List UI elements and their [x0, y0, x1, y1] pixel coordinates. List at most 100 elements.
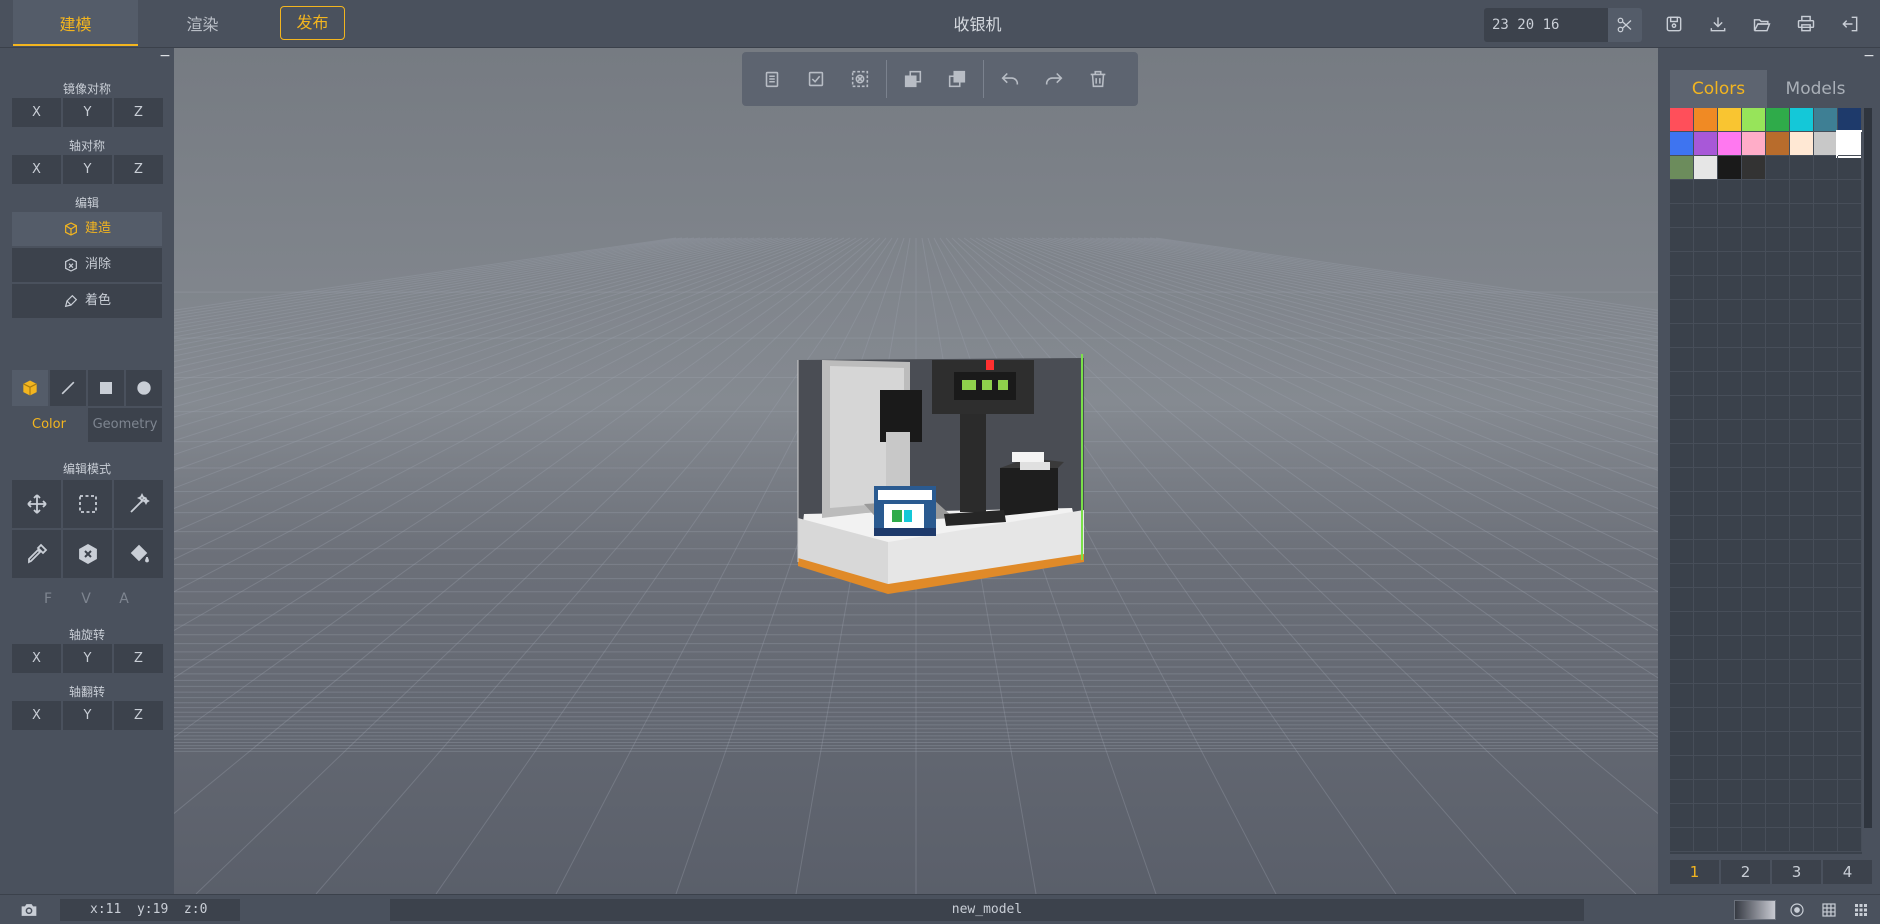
- empty-swatch[interactable]: [1790, 756, 1814, 780]
- empty-swatch[interactable]: [1814, 468, 1838, 492]
- empty-swatch[interactable]: [1742, 492, 1766, 516]
- mirror-x-button[interactable]: X: [12, 98, 61, 127]
- background-swatch[interactable]: [1734, 900, 1776, 920]
- empty-swatch[interactable]: [1670, 228, 1694, 252]
- empty-swatch[interactable]: [1718, 492, 1742, 516]
- color-swatch[interactable]: [1670, 156, 1694, 180]
- circle-icon[interactable]: [126, 370, 162, 406]
- grid-icon[interactable]: [1818, 899, 1840, 921]
- empty-swatch[interactable]: [1838, 516, 1862, 540]
- empty-swatch[interactable]: [1814, 420, 1838, 444]
- rotate-y-button[interactable]: Y: [63, 644, 112, 673]
- empty-swatch[interactable]: [1766, 636, 1790, 660]
- empty-swatch[interactable]: [1694, 420, 1718, 444]
- palette-scrollbar[interactable]: [1864, 108, 1872, 828]
- camera-icon[interactable]: [18, 899, 40, 921]
- axis-sym-z-button[interactable]: Z: [114, 155, 163, 184]
- empty-swatch[interactable]: [1766, 780, 1790, 804]
- empty-swatch[interactable]: [1790, 492, 1814, 516]
- palette-page-1[interactable]: 1: [1670, 860, 1719, 884]
- empty-swatch[interactable]: [1718, 612, 1742, 636]
- empty-swatch[interactable]: [1838, 732, 1862, 756]
- empty-swatch[interactable]: [1670, 540, 1694, 564]
- color-swatch[interactable]: [1742, 108, 1766, 132]
- empty-swatch[interactable]: [1790, 300, 1814, 324]
- empty-swatch[interactable]: [1814, 804, 1838, 828]
- empty-swatch[interactable]: [1742, 228, 1766, 252]
- empty-swatch[interactable]: [1742, 780, 1766, 804]
- empty-swatch[interactable]: [1742, 180, 1766, 204]
- download-icon[interactable]: [1706, 12, 1730, 36]
- empty-swatch[interactable]: [1838, 276, 1862, 300]
- empty-swatch[interactable]: [1814, 588, 1838, 612]
- empty-swatch[interactable]: [1718, 444, 1742, 468]
- empty-swatch[interactable]: [1766, 588, 1790, 612]
- empty-swatch[interactable]: [1742, 828, 1766, 852]
- empty-swatch[interactable]: [1838, 444, 1862, 468]
- empty-swatch[interactable]: [1766, 300, 1790, 324]
- empty-swatch[interactable]: [1742, 324, 1766, 348]
- empty-swatch[interactable]: [1718, 372, 1742, 396]
- flip-y-button[interactable]: Y: [63, 701, 112, 730]
- empty-swatch[interactable]: [1718, 180, 1742, 204]
- paint-button[interactable]: 着色: [12, 284, 162, 318]
- empty-swatch[interactable]: [1814, 348, 1838, 372]
- empty-swatch[interactable]: [1766, 276, 1790, 300]
- empty-swatch[interactable]: [1694, 204, 1718, 228]
- empty-swatch[interactable]: [1718, 684, 1742, 708]
- target-icon[interactable]: [1786, 899, 1808, 921]
- empty-swatch[interactable]: [1766, 612, 1790, 636]
- empty-swatch[interactable]: [1766, 204, 1790, 228]
- empty-swatch[interactable]: [1742, 444, 1766, 468]
- empty-swatch[interactable]: [1766, 348, 1790, 372]
- empty-swatch[interactable]: [1838, 828, 1862, 852]
- empty-swatch[interactable]: [1694, 780, 1718, 804]
- empty-swatch[interactable]: [1742, 660, 1766, 684]
- empty-swatch[interactable]: [1718, 204, 1742, 228]
- palette-page-2[interactable]: 2: [1721, 860, 1770, 884]
- delete-hex-icon[interactable]: [63, 530, 112, 578]
- square-icon[interactable]: [88, 370, 124, 406]
- copy-icon[interactable]: [750, 57, 794, 101]
- color-swatch[interactable]: [1694, 132, 1718, 156]
- empty-swatch[interactable]: [1718, 420, 1742, 444]
- empty-swatch[interactable]: [1670, 372, 1694, 396]
- empty-swatch[interactable]: [1838, 420, 1862, 444]
- empty-swatch[interactable]: [1790, 396, 1814, 420]
- empty-swatch[interactable]: [1838, 588, 1862, 612]
- color-swatch[interactable]: [1766, 108, 1790, 132]
- empty-swatch[interactable]: [1766, 732, 1790, 756]
- empty-swatch[interactable]: [1790, 516, 1814, 540]
- fva-f-button[interactable]: F: [30, 582, 66, 616]
- empty-swatch[interactable]: [1838, 348, 1862, 372]
- empty-swatch[interactable]: [1718, 300, 1742, 324]
- empty-swatch[interactable]: [1790, 372, 1814, 396]
- empty-swatch[interactable]: [1670, 468, 1694, 492]
- empty-swatch[interactable]: [1814, 684, 1838, 708]
- empty-swatch[interactable]: [1814, 372, 1838, 396]
- empty-swatch[interactable]: [1694, 372, 1718, 396]
- empty-swatch[interactable]: [1718, 468, 1742, 492]
- empty-swatch[interactable]: [1742, 756, 1766, 780]
- empty-swatch[interactable]: [1838, 468, 1862, 492]
- empty-swatch[interactable]: [1694, 228, 1718, 252]
- print-icon[interactable]: [1794, 12, 1818, 36]
- union-icon[interactable]: [891, 57, 935, 101]
- empty-swatch[interactable]: [1814, 636, 1838, 660]
- empty-swatch[interactable]: [1694, 708, 1718, 732]
- empty-swatch[interactable]: [1790, 588, 1814, 612]
- empty-swatch[interactable]: [1814, 204, 1838, 228]
- empty-swatch[interactable]: [1766, 804, 1790, 828]
- empty-swatch[interactable]: [1766, 660, 1790, 684]
- empty-swatch[interactable]: [1790, 828, 1814, 852]
- empty-swatch[interactable]: [1814, 396, 1838, 420]
- empty-swatch[interactable]: [1766, 540, 1790, 564]
- empty-swatch[interactable]: [1766, 468, 1790, 492]
- empty-swatch[interactable]: [1718, 708, 1742, 732]
- empty-swatch[interactable]: [1670, 828, 1694, 852]
- color-swatch[interactable]: [1694, 108, 1718, 132]
- empty-swatch[interactable]: [1742, 588, 1766, 612]
- empty-swatch[interactable]: [1766, 372, 1790, 396]
- empty-swatch[interactable]: [1838, 708, 1862, 732]
- color-swatch[interactable]: [1814, 132, 1838, 156]
